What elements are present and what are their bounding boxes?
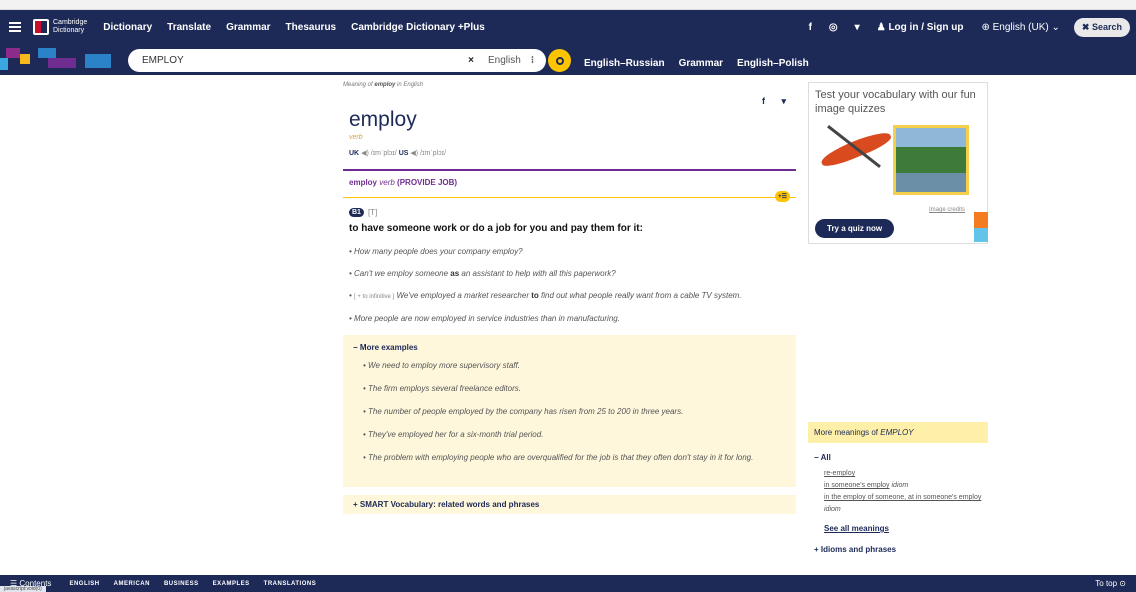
search-icon bbox=[555, 56, 564, 65]
login-label: Log in / Sign up bbox=[888, 21, 964, 33]
share-twitter-icon[interactable]: ▾ bbox=[781, 96, 786, 106]
more-examples-toggle[interactable]: − More examples bbox=[353, 343, 786, 352]
example-item: • Can't we employ someone as an assistan… bbox=[349, 269, 616, 278]
language-label: English (UK) bbox=[992, 21, 1049, 33]
quicklink-grammar[interactable]: Grammar bbox=[679, 58, 723, 69]
status-url: javascript:void(0) bbox=[0, 586, 46, 592]
river-photo bbox=[893, 125, 969, 195]
logo-line-1: Cambridge bbox=[53, 19, 88, 26]
more-example-item: • The problem with employing people who … bbox=[363, 453, 754, 462]
us-label: US bbox=[398, 150, 409, 157]
more-meanings-panel: More meanings of EMPLOY − All re-employ … bbox=[808, 422, 988, 554]
top-navbar: Cambridge Dictionary Dictionary Translat… bbox=[0, 10, 1136, 44]
search-row: EMPLOY × English ⁝ English–Russian Gramm… bbox=[0, 44, 1136, 75]
dictionary-dropdown-icon[interactable]: ⁝ bbox=[531, 55, 534, 66]
meaning-caption: Meaning of employ in English bbox=[343, 82, 424, 88]
dictionary-select[interactable]: English bbox=[488, 55, 521, 66]
tab-business[interactable]: BUSINESS bbox=[164, 581, 199, 587]
language-selector[interactable]: ⊕ English (UK) ⌄ bbox=[981, 22, 1059, 33]
nav-grammar[interactable]: Grammar bbox=[226, 22, 270, 33]
nav-links: Dictionary Translate Grammar Thesaurus C… bbox=[103, 22, 500, 33]
sense-level: B1 [T] bbox=[349, 208, 796, 217]
facebook-icon[interactable]: f bbox=[809, 22, 812, 33]
tab-translations[interactable]: TRANSLATIONS bbox=[264, 581, 317, 587]
uk-label: UK bbox=[349, 150, 360, 157]
smart-vocabulary-toggle[interactable]: + SMART Vocabulary: related words and ph… bbox=[343, 495, 796, 514]
clear-icon[interactable]: × bbox=[468, 55, 474, 66]
crest-icon bbox=[33, 19, 49, 35]
add-to-list-button[interactable]: +☰ bbox=[775, 191, 790, 202]
more-meanings-header: More meanings of EMPLOY bbox=[808, 422, 988, 443]
browser-strip bbox=[0, 0, 1136, 10]
more-example-item: • They've employed her for a six-month t… bbox=[363, 430, 544, 439]
nav-translate[interactable]: Translate bbox=[167, 22, 211, 33]
all-toggle[interactable]: − All bbox=[814, 453, 988, 462]
example-item: • How many people does your company empl… bbox=[349, 247, 523, 256]
instagram-icon[interactable]: ◎ bbox=[829, 22, 838, 33]
search-button[interactable] bbox=[548, 49, 571, 72]
examples-list: • How many people does your company empl… bbox=[349, 246, 796, 325]
image-credits-link[interactable]: Image credits bbox=[929, 207, 965, 213]
uk-ipa: /ɪmˈplɔɪ/ bbox=[370, 150, 397, 157]
share-facebook-icon[interactable]: f bbox=[762, 96, 765, 106]
us-audio-icon[interactable]: ◀) bbox=[410, 150, 418, 157]
menu-icon[interactable] bbox=[9, 20, 21, 34]
example-item: • [ + to infinitive ] We've employed a m… bbox=[349, 291, 742, 300]
tab-american[interactable]: AMERICAN bbox=[114, 581, 150, 587]
site-logo[interactable]: Cambridge Dictionary bbox=[33, 19, 87, 35]
quiz-panel: Test your vocabulary with our fun image … bbox=[808, 82, 988, 244]
entry-main: Meaning of employ in English f ▾ employ … bbox=[343, 82, 796, 514]
meaning-link[interactable]: re-employ bbox=[824, 470, 855, 477]
quicklink-english-polish[interactable]: English–Polish bbox=[737, 58, 809, 69]
quiz-images[interactable] bbox=[817, 123, 975, 199]
definition: to have someone work or do a job for you… bbox=[349, 223, 643, 234]
uk-audio-icon[interactable]: ◀) bbox=[361, 150, 369, 157]
us-ipa: /ɪmˈplɔɪ/ bbox=[420, 150, 447, 157]
search-query: EMPLOY bbox=[142, 55, 184, 66]
nav-dictionary[interactable]: Dictionary bbox=[103, 22, 152, 33]
share-icons: f ▾ bbox=[748, 96, 786, 107]
part-of-speech: verb bbox=[349, 134, 363, 141]
cefr-badge: B1 bbox=[349, 208, 364, 217]
pronunciation: UK ◀) /ɪmˈplɔɪ/ US ◀) /ɪmˈplɔɪ/ bbox=[349, 149, 796, 157]
meaning-link[interactable]: in the employ of someone, at in someone'… bbox=[824, 494, 981, 501]
idioms-toggle[interactable]: + Idioms and phrases bbox=[814, 545, 988, 554]
nav-search-label: Search bbox=[1091, 21, 1122, 32]
try-quiz-button[interactable]: Try a quiz now bbox=[815, 219, 895, 238]
bottom-bar: ☰ Contents ENGLISH AMERICAN BUSINESS EXA… bbox=[0, 575, 1136, 592]
see-all-meanings-link[interactable]: See all meanings bbox=[824, 524, 988, 533]
logo-line-2: Dictionary bbox=[53, 27, 85, 34]
grammar-code: [T] bbox=[367, 208, 378, 217]
example-item: • More people are now employed in servic… bbox=[349, 314, 620, 323]
login-link[interactable]: ♟ Log in / Sign up bbox=[877, 22, 964, 33]
to-top-button[interactable]: To top ⊙ bbox=[1095, 579, 1126, 588]
quick-links: English–Russian Grammar English–Polish bbox=[584, 58, 823, 69]
quiz-title: Test your vocabulary with our fun image … bbox=[815, 89, 976, 115]
more-example-item: • We need to employ more supervisory sta… bbox=[363, 361, 520, 370]
tab-examples[interactable]: EXAMPLES bbox=[213, 581, 250, 587]
guideword: employ verb (PROVIDE JOB) bbox=[349, 178, 458, 187]
nav-plus[interactable]: Cambridge Dictionary +Plus bbox=[351, 22, 485, 33]
headword: employ bbox=[349, 108, 417, 131]
quicklink-english-russian[interactable]: English–Russian bbox=[584, 58, 665, 69]
tab-english[interactable]: ENGLISH bbox=[69, 581, 99, 587]
more-example-item: • The number of people employed by the c… bbox=[363, 407, 684, 416]
more-example-item: • The firm employs several freelance edi… bbox=[363, 384, 521, 393]
meaning-link[interactable]: in someone's employ bbox=[824, 482, 890, 489]
search-input[interactable]: EMPLOY × English ⁝ bbox=[128, 49, 546, 72]
more-examples-panel: − More examples • We need to employ more… bbox=[343, 335, 796, 487]
twitter-icon[interactable]: ▾ bbox=[855, 22, 860, 33]
nav-search-button[interactable]: ✖ Search bbox=[1073, 17, 1130, 37]
nav-thesaurus[interactable]: Thesaurus bbox=[286, 22, 337, 33]
